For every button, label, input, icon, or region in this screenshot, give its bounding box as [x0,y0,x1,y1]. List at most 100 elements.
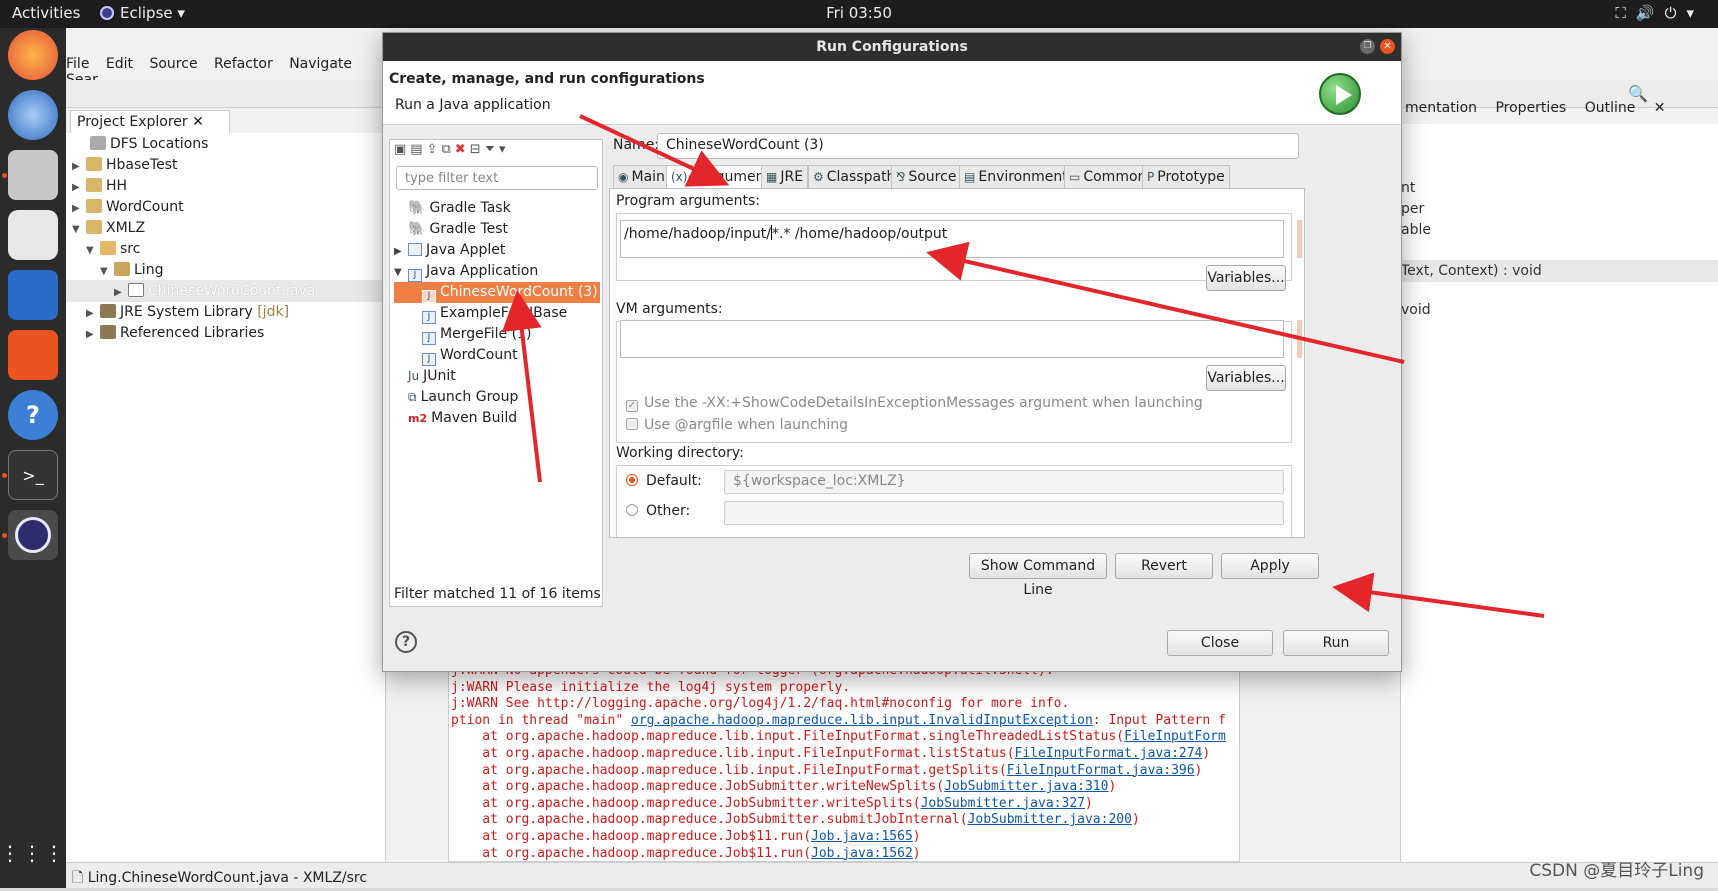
filter-input[interactable] [396,166,598,190]
config-exampleforhbase[interactable]: J ExampleForHBase [422,303,567,324]
close-icon[interactable]: ✕ [192,114,204,130]
outline-item[interactable]: per [1401,201,1424,217]
tab-source[interactable]: ⅋ Source [891,165,962,189]
stacktrace-link[interactable]: org.apache.hadoop.mapreduce.lib.input.In… [631,713,1093,728]
stacktrace-link[interactable]: FileInputFormat.java:396 [1007,763,1195,778]
writer-icon[interactable] [8,270,58,320]
argfile-checkbox[interactable]: Use @argfile when launching [626,417,848,433]
tree-item[interactable]: ▼ Ling [100,259,163,281]
show-code-details-checkbox[interactable]: ✓ Use the -XX:+ShowCodeDetailsInException… [626,395,1203,412]
clock[interactable]: Fri 03:50 [826,4,892,22]
default-directory-input[interactable]: ${workspace_loc:XMLZ} [724,470,1284,494]
tree-item[interactable]: DFS Locations [76,133,208,155]
expand-icon[interactable]: ▶ [86,324,100,346]
close-icon[interactable]: ✕ [1654,100,1666,116]
collapse-icon[interactable]: ▼ [86,240,100,262]
config-chinesewordcount[interactable]: J ChineseWordCount (3) [394,282,600,303]
tab-classpath[interactable]: ⚙ Classpath [808,165,901,189]
project-explorer-tab[interactable]: Project Explorer ✕ [70,110,230,134]
new-prototype-icon[interactable]: ▤ [410,142,426,157]
tree-item[interactable]: ▼ XMLZ [72,217,145,239]
default-radio[interactable]: Default: [626,473,702,489]
tab-properties[interactable]: Properties [1495,100,1566,116]
tree-item[interactable]: ▶ HbaseTest [72,154,177,176]
close-icon[interactable]: ✕ [1380,39,1395,54]
config-type-java-applet[interactable]: ▶ Java Applet [394,240,505,261]
tree-item[interactable]: ▶ WordCount [72,196,184,218]
help-icon[interactable]: ? [8,390,58,440]
software-icon[interactable] [8,330,58,380]
config-mergefile[interactable]: J MergeFile (1) [422,324,531,345]
firefox-icon[interactable] [8,30,58,80]
stacktrace-link[interactable]: Job.java:1562 [811,846,913,861]
system-tray[interactable]: ⛶🔊⏻▾ [1615,4,1704,22]
delete-icon[interactable]: ✖ [455,142,470,157]
scrollbar[interactable] [1297,220,1302,258]
rhythmbox-icon[interactable] [8,210,58,260]
eclipse-dock-icon[interactable] [8,510,58,560]
export-icon[interactable]: ⇪ [427,142,442,157]
menu-refactor[interactable]: Refactor [214,56,273,72]
apply-button[interactable]: Apply [1221,553,1319,579]
activities-button[interactable]: Activities [12,4,80,22]
tab-common[interactable]: ▭ Common [1064,165,1152,189]
tree-item[interactable]: ▼ src [86,238,140,260]
stacktrace-link[interactable]: Job.java:1565 [811,829,913,844]
revert-button[interactable]: Revert [1115,553,1213,579]
config-type-junit[interactable]: Ju JUnit [394,366,456,387]
chevron-down-icon[interactable]: ▾ [499,142,510,157]
config-type-launch-group[interactable]: ⧉ Launch Group [394,387,518,408]
duplicate-icon[interactable]: ⧉ [442,142,455,157]
tab-environment[interactable]: ▤ Environment [959,165,1073,189]
vm-variables-button[interactable]: Variables... [1206,365,1286,391]
menu-source[interactable]: Source [149,56,197,72]
config-type-gradle-task[interactable]: 🐘 Gradle Task [394,198,511,219]
collapse-all-icon[interactable]: ⊟ [470,142,485,157]
stacktrace-link[interactable]: FileInputForm [1124,729,1226,744]
program-variables-button[interactable]: Variables... [1206,265,1286,291]
stacktrace-link[interactable]: JobSubmitter.java:327 [921,796,1085,811]
menu-edit[interactable]: Edit [106,56,133,72]
terminal-icon[interactable]: >_ [8,450,58,500]
tree-item[interactable]: ▶ Referenced Libraries [86,322,264,344]
app-menu[interactable]: Eclipse ▾ [100,4,185,22]
other-radio[interactable]: Other: [626,503,690,519]
outline-item[interactable]: nt [1401,180,1415,196]
outline-item[interactable]: able [1401,222,1431,238]
outline-item[interactable]: Text, Context) : void [1401,260,1718,282]
stacktrace-link[interactable]: JobSubmitter.java:310 [944,779,1108,794]
other-directory-input[interactable] [724,501,1284,525]
menu-navigate[interactable]: Navigate [289,56,352,72]
config-type-java-application[interactable]: ▼ J Java Application [394,261,538,282]
new-config-icon[interactable]: ▣ [394,142,410,157]
help-icon[interactable]: ? [395,631,417,653]
vm-arguments-input[interactable] [620,320,1284,358]
tab-prototype[interactable]: P Prototype [1142,165,1230,189]
thunderbird-icon[interactable] [8,90,58,140]
tree-item[interactable]: ▶ ChineseWordCount.java [66,280,386,302]
config-type-maven-build[interactable]: m2 Maven Build [394,408,517,429]
show-apps-icon[interactable]: ⋮⋮⋮ [0,828,64,878]
tab-jre[interactable]: ▦ JRE [761,165,809,189]
collapse-icon[interactable]: ▼ [72,219,86,241]
files-icon[interactable] [8,150,58,200]
filter-icon[interactable]: ⏷ [485,142,499,157]
scrollbar[interactable] [1297,320,1302,358]
program-arguments-input[interactable]: /home/hadoop/input/*.* /home/hadoop/outp… [620,220,1284,258]
show-command-line-button[interactable]: Show Command Line [969,553,1107,598]
close-button[interactable]: Close [1167,630,1273,656]
outline-item[interactable]: void [1401,302,1431,318]
stacktrace-link[interactable]: JobSubmitter.java:200 [968,812,1132,827]
tab-main[interactable]: ◉ Main [613,165,670,189]
restore-icon[interactable]: ❐ [1360,39,1375,54]
stacktrace-link[interactable]: FileInputFormat.java:274 [1015,746,1203,761]
config-wordcount[interactable]: J WordCount [422,345,518,366]
tree-item[interactable]: ▶ JRE System Library [jdk] [86,301,289,323]
run-button[interactable]: Run [1283,630,1389,656]
tab-documentation[interactable]: mentation [1405,100,1477,116]
name-input[interactable]: ChineseWordCount (3) [657,133,1299,159]
config-type-gradle-test[interactable]: 🐘 Gradle Test [394,219,508,240]
tab-outline[interactable]: Outline ✕ [1585,100,1680,116]
collapse-icon[interactable]: ▼ [394,262,408,283]
menu-file[interactable]: File [66,56,89,72]
